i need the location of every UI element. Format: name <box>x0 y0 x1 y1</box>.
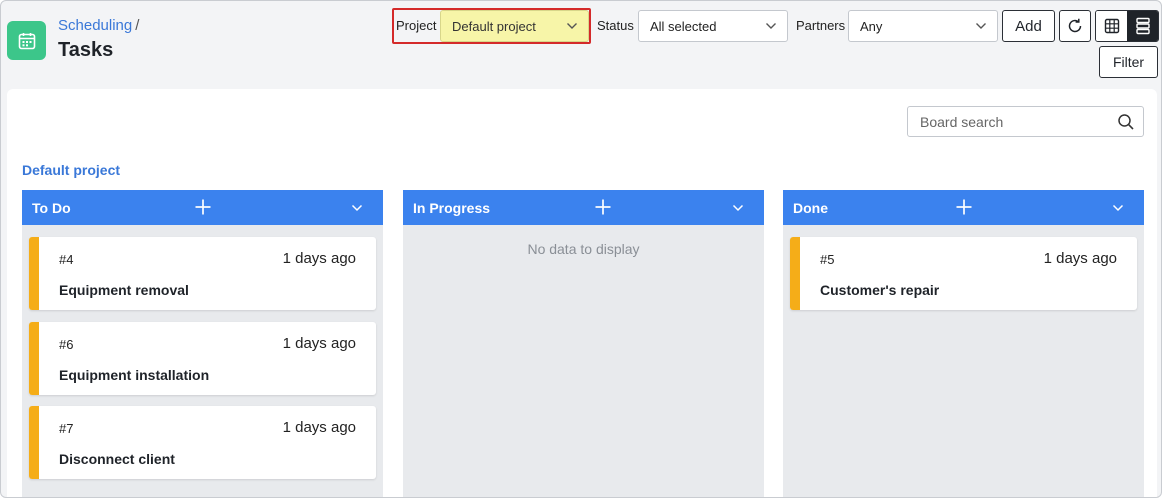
card-time: 1 days ago <box>282 250 356 267</box>
list-icon <box>1135 17 1150 35</box>
project-label: Project <box>396 18 437 33</box>
card-time: 1 days ago <box>282 419 356 436</box>
column-title: Done <box>793 200 828 216</box>
task-card[interactable]: #6 1 days ago Equipment installation <box>29 322 376 395</box>
chevron-down-icon <box>766 23 776 29</box>
breadcrumb-separator: / <box>135 17 140 34</box>
chevron-down-icon[interactable] <box>1112 202 1124 214</box>
project-heading: Default project <box>22 162 121 178</box>
chevron-down-icon <box>976 23 986 29</box>
partners-label: Partners <box>796 18 846 33</box>
status-label: Status <box>597 18 634 33</box>
add-button[interactable]: Add <box>1002 10 1055 42</box>
chevron-down-icon[interactable] <box>732 202 744 214</box>
card-status-stripe <box>29 237 39 310</box>
card-time: 1 days ago <box>1043 250 1117 267</box>
column-header: Done <box>783 190 1144 225</box>
project-select-value: Default project <box>452 18 536 34</box>
project-select[interactable]: Default project <box>440 10 589 42</box>
column-in-progress: In Progress No data to display <box>403 190 764 497</box>
column-todo: To Do #4 1 days ago Equipment removal #6… <box>22 190 383 497</box>
column-header: In Progress <box>403 190 764 225</box>
plus-icon[interactable] <box>955 198 973 216</box>
status-select[interactable]: All selected <box>638 10 788 42</box>
refresh-button[interactable] <box>1059 10 1091 42</box>
card-title: Equipment installation <box>59 367 210 383</box>
card-id: #6 <box>59 337 74 352</box>
partners-select[interactable]: Any <box>848 10 998 42</box>
calendar-icon <box>7 21 46 60</box>
card-status-stripe <box>29 406 39 479</box>
column-title: To Do <box>32 200 71 216</box>
app-window: Scheduling / Tasks Project Default projec… <box>0 0 1162 498</box>
column-header: To Do <box>22 190 383 225</box>
chevron-down-icon[interactable] <box>351 202 363 214</box>
card-id: #4 <box>59 252 74 267</box>
grid-icon <box>1104 18 1119 34</box>
card-title: Customer's repair <box>820 282 940 298</box>
status-select-value: All selected <box>650 18 717 34</box>
card-title: Equipment removal <box>59 282 189 298</box>
plus-icon[interactable] <box>194 198 212 216</box>
refresh-icon <box>1068 18 1082 33</box>
view-toggle <box>1095 10 1159 42</box>
plus-icon[interactable] <box>594 198 612 216</box>
breadcrumb: Scheduling / <box>58 17 139 34</box>
list-view-button[interactable] <box>1127 11 1158 41</box>
empty-message: No data to display <box>527 241 640 257</box>
card-id: #7 <box>59 421 74 436</box>
grid-view-button[interactable] <box>1096 11 1127 41</box>
card-title: Disconnect client <box>59 451 175 467</box>
card-time: 1 days ago <box>282 335 356 352</box>
column-done: Done #5 1 days ago Customer's repair <box>783 190 1144 497</box>
page-title: Tasks <box>58 39 114 61</box>
task-card[interactable]: #7 1 days ago Disconnect client <box>29 406 376 479</box>
filter-button[interactable]: Filter <box>1099 46 1158 78</box>
card-id: #5 <box>820 252 835 267</box>
chevron-down-icon <box>567 23 577 29</box>
task-card[interactable]: #4 1 days ago Equipment removal <box>29 237 376 310</box>
card-status-stripe <box>790 237 800 310</box>
search-icon[interactable] <box>1117 113 1135 131</box>
board-search-input[interactable] <box>909 108 1109 135</box>
column-title: In Progress <box>413 200 491 216</box>
task-card[interactable]: #5 1 days ago Customer's repair <box>790 237 1137 310</box>
partners-select-value: Any <box>860 18 883 34</box>
breadcrumb-link-scheduling[interactable]: Scheduling <box>58 17 132 34</box>
card-status-stripe <box>29 322 39 395</box>
board-search <box>907 106 1144 137</box>
